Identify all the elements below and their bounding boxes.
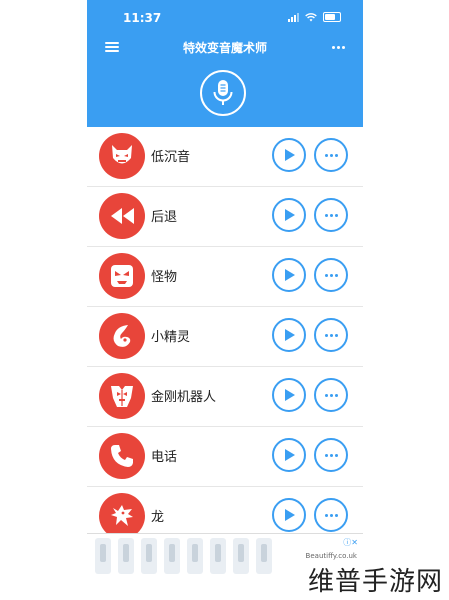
- rewind-icon: [99, 193, 145, 239]
- play-button[interactable]: [272, 318, 306, 352]
- effect-row[interactable]: 小精灵: [87, 307, 363, 367]
- options-button[interactable]: [314, 318, 348, 352]
- play-button[interactable]: [272, 258, 306, 292]
- app-header: 11:37 特效变音魔术师: [87, 0, 363, 127]
- play-icon: [285, 209, 295, 221]
- record-mic-button[interactable]: [200, 70, 246, 116]
- options-button[interactable]: [314, 198, 348, 232]
- effect-row[interactable]: 后退: [87, 187, 363, 247]
- microphone-icon: [213, 80, 233, 105]
- effect-label: 低沉音: [151, 150, 191, 165]
- effect-row[interactable]: 金刚机器人: [87, 367, 363, 427]
- play-button[interactable]: [272, 198, 306, 232]
- effect-row[interactable]: 电话: [87, 427, 363, 487]
- phone-icon: [99, 433, 145, 479]
- demon-mask-icon: [99, 133, 145, 179]
- play-icon: [285, 509, 295, 521]
- effect-row[interactable]: 低沉音: [87, 127, 363, 187]
- ad-product-images: [87, 538, 292, 576]
- signal-icon: [288, 12, 299, 22]
- more-options-icon[interactable]: [332, 46, 345, 49]
- effect-label: 金刚机器人: [151, 390, 217, 405]
- play-button[interactable]: [272, 138, 306, 172]
- options-button[interactable]: [314, 138, 348, 172]
- effect-list: 低沉音 后退 怪物 小精灵 金刚机器人 电话 龙: [87, 127, 363, 546]
- ad-site-label: Beautiffy.co.uk: [305, 552, 357, 560]
- options-button[interactable]: [314, 378, 348, 412]
- options-button[interactable]: [314, 438, 348, 472]
- effect-row[interactable]: 怪物: [87, 247, 363, 307]
- play-icon: [285, 329, 295, 341]
- ad-choices-icon[interactable]: ⓘ✕: [343, 537, 358, 548]
- play-icon: [285, 389, 295, 401]
- effect-label: 怪物: [151, 270, 178, 285]
- effect-label: 龙: [151, 510, 165, 525]
- watermark-text: 维普手游网: [307, 567, 443, 597]
- status-time: 11:37: [123, 11, 162, 25]
- effect-label: 小精灵: [151, 330, 191, 345]
- play-icon: [285, 269, 295, 281]
- app-screen: 11:37 特效变音魔术师 低沉音 后退 怪物 小精灵 金刚机器人 电话 龙 ⓘ…: [87, 0, 363, 600]
- options-button[interactable]: [314, 498, 348, 532]
- effect-label: 后退: [151, 210, 178, 225]
- monster-face-icon: [99, 253, 145, 299]
- play-icon: [285, 149, 295, 161]
- robot-emblem-icon: [99, 373, 145, 419]
- page-title: 特效变音魔术师: [182, 41, 267, 55]
- wifi-icon: [305, 12, 317, 21]
- sprite-head-icon: [99, 313, 145, 359]
- effect-label: 电话: [151, 450, 178, 465]
- play-icon: [285, 449, 295, 461]
- play-button[interactable]: [272, 378, 306, 412]
- status-icons: [288, 12, 341, 22]
- options-button[interactable]: [314, 258, 348, 292]
- battery-icon: [323, 12, 341, 22]
- play-button[interactable]: [272, 498, 306, 532]
- play-button[interactable]: [272, 438, 306, 472]
